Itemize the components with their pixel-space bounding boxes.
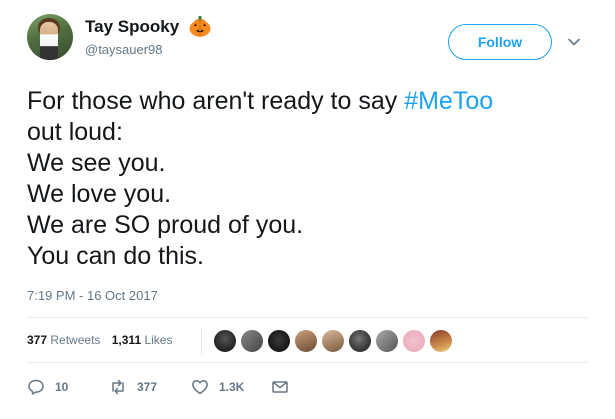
liker-avatar[interactable] [240,329,264,353]
like-action[interactable]: 1.3K [191,375,244,399]
avatar-figure [40,22,58,60]
retweets-stat[interactable]: 377 Retweets [27,333,100,347]
tweet-line: We love you. [27,180,172,208]
follow-button[interactable]: Follow [448,24,552,60]
likes-stat[interactable]: 1,311 Likes [112,333,173,347]
tweet-line: We see you. [27,149,166,177]
divider [27,317,588,318]
user-display-name[interactable]: Tay Spooky [85,17,179,37]
liker-avatar[interactable] [267,329,291,353]
tweet-timestamp[interactable]: 7:19 PM - 16 Oct 2017 [27,288,158,303]
tweet-actions: 10 377 1.3K [27,375,327,399]
tweet-stats: 377 Retweets 1,311 Likes [27,333,172,347]
reply-count: 10 [55,380,69,394]
heart-icon [192,380,208,395]
tweet-line: For those who aren't ready to say #MeToo [27,86,597,117]
likes-count: 1,311 [111,333,142,347]
jack-o-lantern-icon [189,16,211,37]
liker-avatar[interactable] [213,329,237,353]
liker-avatar[interactable] [402,329,426,353]
retweet-action[interactable]: 377 [109,375,157,399]
tweet-line-text: For those who aren't ready to say [27,87,405,115]
envelope-icon [272,381,288,393]
divider [27,362,588,363]
reply-icon [28,379,44,395]
user-avatar[interactable] [27,14,73,60]
liker-avatar[interactable] [294,329,318,353]
retweet-count: 377 [137,380,158,394]
liker-avatar[interactable] [348,329,372,353]
likes-label: Likes [144,333,173,347]
chevron-down-icon[interactable] [566,34,582,50]
liker-avatar[interactable] [375,329,399,353]
direct-message-action[interactable] [271,375,289,399]
tweet-text: For those who aren't ready to say #MeToo… [27,86,597,272]
like-count: 1.3K [219,380,245,394]
tweet-line: out loud: [27,118,123,146]
liker-avatar[interactable] [321,329,345,353]
stats-separator [201,327,202,355]
retweets-label: Retweets [50,333,101,347]
reply-action[interactable]: 10 [27,375,68,399]
tweet-line: We are SO proud of you. [27,211,304,239]
retweet-icon [112,379,124,395]
tweet-line: You can do this. [27,242,204,270]
liker-avatar[interactable] [429,329,453,353]
retweets-count: 377 [27,333,48,347]
user-handle[interactable]: @taysauer98 [85,42,163,57]
hashtag-link[interactable]: #MeToo [404,87,493,115]
